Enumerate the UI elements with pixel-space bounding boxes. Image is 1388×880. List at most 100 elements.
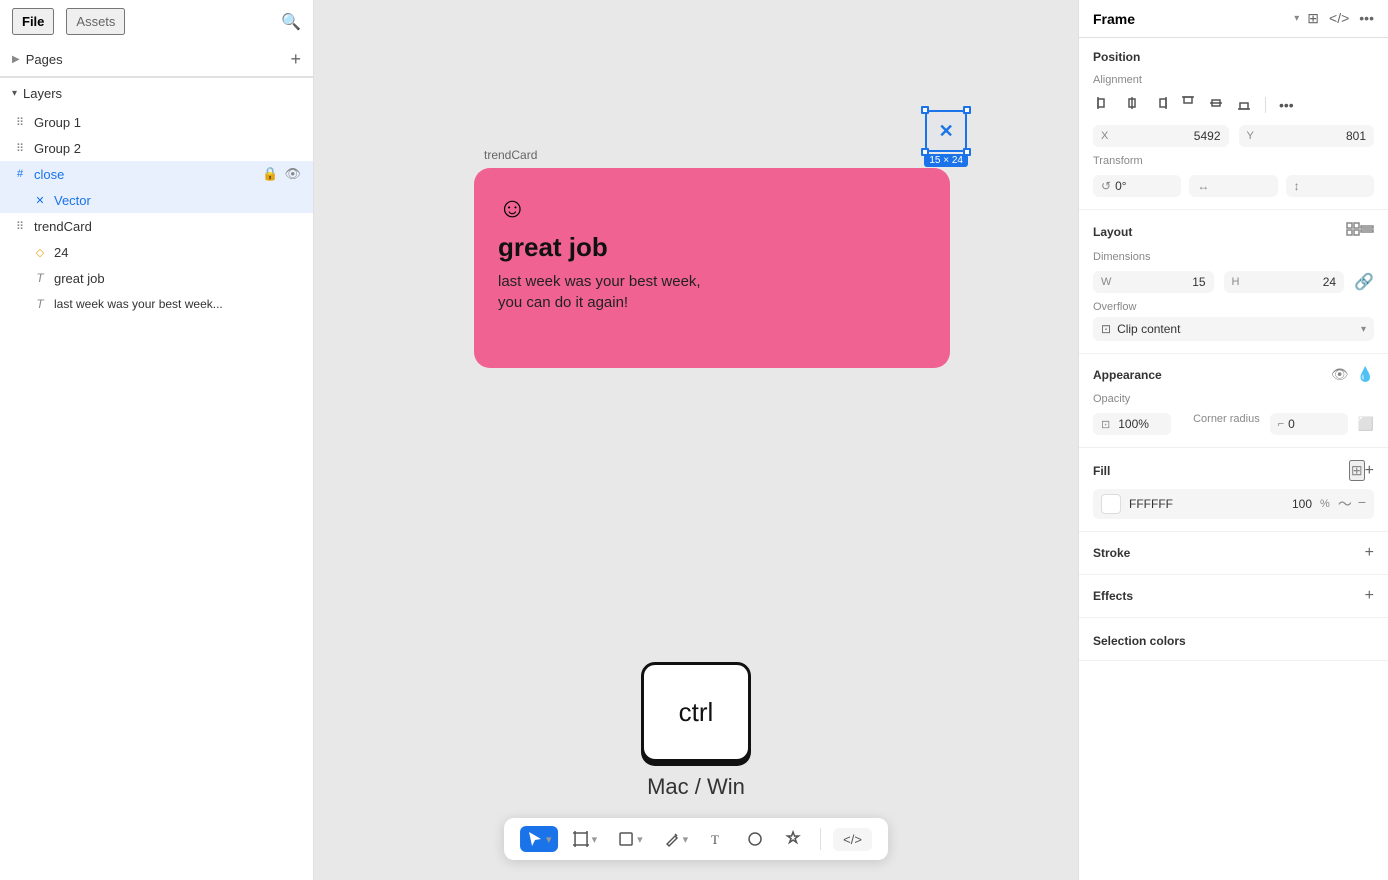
layer-item-vector[interactable]: ✕ Vector [0,187,313,213]
fill-pct-sign: % [1320,498,1330,510]
lock-icon[interactable]: 🔒 [262,166,278,182]
eye-icon[interactable]: 👁 [284,166,301,182]
resize-handle-br[interactable] [963,148,971,156]
layer-item-group2[interactable]: ⠿ Group 2 [0,135,313,161]
pen-icon [663,830,681,848]
layer-item-trendcard[interactable]: ⠿ trendCard [0,213,313,239]
position-x-field[interactable]: X 5492 [1093,125,1229,147]
layer-item-close[interactable]: # close 🔒 👁 [0,161,313,187]
svg-text:T: T [711,832,719,847]
overflow-select[interactable]: ⊡ Clip content ▾ [1093,317,1374,341]
align-center-v-button[interactable] [1205,92,1227,117]
layer-item-group1[interactable]: ⠿ Group 1 [0,109,313,135]
align-center-h-icon [1124,95,1140,111]
num24-icon: ◇ [32,244,48,260]
bubble-tool-button[interactable] [740,826,770,852]
cursor-icon [526,830,544,848]
layer-item-lastweek[interactable]: T last week was your best week... [0,291,313,317]
pages-label: Pages [26,52,291,67]
droplet-icon[interactable]: 💧 [1357,366,1374,383]
flip-v-field[interactable]: ↕ [1286,175,1374,197]
rect-tool-button[interactable]: ▾ [611,826,649,852]
pen-tool-button[interactable]: ▾ [657,826,695,852]
right-panel-header: Frame ▾ ⊞ </> ••• [1079,0,1388,38]
corner-radius-field[interactable]: ⌐ 0 [1270,413,1348,435]
greatjob-label: great job [54,271,301,286]
close-layer-actions: 🔒 👁 [262,166,301,182]
search-button[interactable]: 🔍 [281,12,301,32]
corner-expand-button[interactable]: ⬜ [1358,413,1374,435]
bubble-icon [746,830,764,848]
add-page-button[interactable]: + [290,49,301,70]
rotation-field[interactable]: ↺ 0° [1093,175,1181,197]
file-tab[interactable]: File [12,8,54,35]
ctrl-section: ctrl Mac / Win [641,662,751,800]
fill-add-button[interactable]: + [1365,462,1374,480]
stroke-add-button[interactable]: + [1365,544,1374,562]
rect-dropdown-arrow: ▾ [637,833,643,846]
select-dropdown-arrow: ▾ [546,833,552,846]
effects-title: Effects [1093,589,1365,603]
card-subtitle-line1: last week was your best week, [498,273,701,290]
trend-card: ☺ great job last week was your best week… [474,168,950,368]
close-icon-wrapper: ✕ [925,110,967,152]
more-options-icon[interactable]: ••• [1359,10,1374,27]
canvas[interactable]: trendCard ☺ great job last week was your… [314,0,1078,880]
code-button[interactable]: </> [833,828,872,851]
link-dimensions-icon[interactable]: 🔗 [1354,272,1374,292]
resize-handle-tr[interactable] [963,106,971,114]
vector-icon: ✕ [32,192,48,208]
resize-handle-bl[interactable] [921,148,929,156]
align-right-button[interactable] [1149,92,1171,117]
grid-view-icon[interactable]: ⊞ [1307,10,1319,27]
num24-label: 24 [54,245,301,260]
height-field[interactable]: H 24 [1224,271,1345,293]
transform-label: Transform [1093,155,1374,167]
right-header-icons: ⊞ </> ••• [1307,10,1374,27]
layers-header: ▾ Layers [0,78,313,109]
fill-title: Fill [1093,464,1349,478]
position-y-field[interactable]: Y 801 [1239,125,1375,147]
fill-icons: 〜 − [1338,494,1366,514]
width-field[interactable]: W 15 [1093,271,1214,293]
position-y-value: 801 [1258,129,1366,143]
text-tool-button[interactable]: T [702,826,732,852]
frame-dropdown-icon[interactable]: ▾ [1294,13,1299,24]
card-title: great job [498,232,926,263]
card-subtitle: last week was your best week, you can do… [498,271,926,313]
flip-h-field[interactable]: ↔ [1189,175,1277,197]
align-left-button[interactable] [1093,92,1115,117]
visibility-icon[interactable]: 👁 [1331,366,1349,383]
align-top-button[interactable] [1177,92,1199,117]
effects-add-button[interactable]: + [1365,587,1374,605]
size-badge: 15 × 24 [924,154,968,167]
fill-color-swatch[interactable] [1101,494,1121,514]
layout-add-button[interactable] [1346,222,1360,241]
fill-header: Fill ⊞ + [1093,460,1374,481]
assets-tab[interactable]: Assets [66,8,125,35]
star-tool-button[interactable] [778,826,808,852]
opacity-icon: ⊡ [1101,418,1110,431]
opacity-field[interactable]: ⊡ 100% [1093,413,1171,435]
frame-tool-button[interactable]: ▾ [566,826,604,852]
layout-settings-icon [1360,222,1374,236]
fill-wave-icon[interactable]: 〜 [1338,494,1352,514]
code-view-icon[interactable]: </> [1329,10,1349,27]
layout-settings-button[interactable] [1360,222,1374,241]
fill-remove-icon[interactable]: − [1358,494,1366,514]
transform-row: ↺ 0° ↔ ↕ [1093,175,1374,197]
layer-item-greatjob[interactable]: T great job [0,265,313,291]
corner-value: 0 [1288,417,1295,431]
select-tool-button[interactable]: ▾ [520,826,558,852]
layout-header: Layout [1093,222,1374,241]
greatjob-text-icon: T [32,270,48,286]
fill-options-button[interactable]: ⊞ [1349,460,1365,481]
align-bottom-button[interactable] [1233,92,1255,117]
layer-item-24[interactable]: ◇ 24 [0,239,313,265]
selection-colors-title: Selection colors [1093,634,1374,648]
align-more-button[interactable]: ••• [1276,94,1297,116]
align-center-h-button[interactable] [1121,92,1143,117]
resize-handle-tl[interactable] [921,106,929,114]
appearance-header: Appearance 👁 💧 [1093,366,1374,383]
lastweek-label: last week was your best week... [54,297,301,311]
